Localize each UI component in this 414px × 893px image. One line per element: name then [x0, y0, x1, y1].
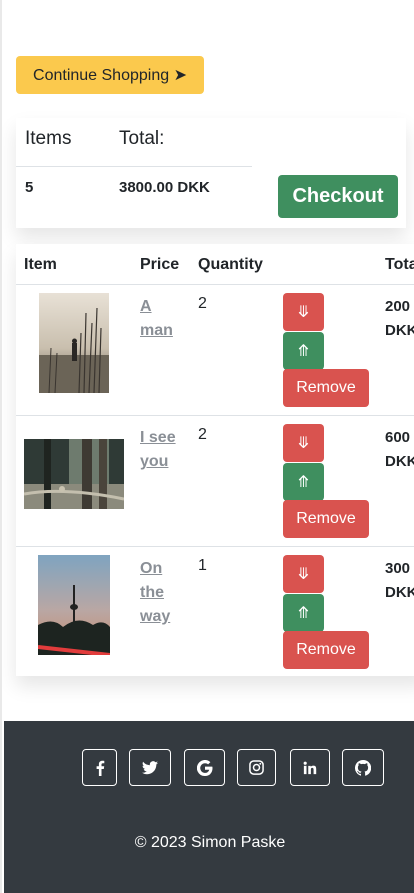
remove-button[interactable]: Remove: [283, 631, 369, 669]
quantity-value: 2: [198, 426, 207, 443]
column-header-quantity: Quantity: [198, 256, 263, 273]
quantity-value: 1: [198, 557, 207, 574]
items-header: Items: [25, 128, 72, 149]
increase-quantity-button[interactable]: ⤊: [283, 332, 324, 370]
twitter-icon[interactable]: [129, 749, 171, 786]
github-icon[interactable]: [342, 749, 384, 786]
column-header-total: Total: [385, 256, 414, 273]
copyright-text: © 2023 Simon Paske: [134, 834, 286, 851]
checkout-button[interactable]: Checkout: [278, 175, 398, 218]
product-thumbnail[interactable]: [39, 293, 109, 393]
decrease-quantity-button[interactable]: ⤋: [283, 293, 324, 331]
line-total-amount: 200: [385, 298, 411, 315]
total-header: Total:: [119, 128, 165, 149]
decrease-quantity-button[interactable]: ⤋: [283, 555, 324, 593]
google-icon[interactable]: [184, 749, 225, 786]
table-row: A man 2 ⤋ ⤊ Remove 200 DKK: [16, 285, 414, 415]
page: Continue Shopping ➤ Items Total: 5 3800.…: [0, 0, 414, 893]
line-total-amount: 300: [385, 560, 411, 577]
table-row: I see you 2 ⤋ ⤊ Remove 600 DKK: [16, 416, 414, 546]
product-link[interactable]: On the way: [140, 557, 182, 629]
line-total: 300 DKK: [385, 557, 414, 605]
cart-summary: Items Total: 5 3800.00 DKK Checkout: [16, 118, 406, 228]
continue-shopping-button[interactable]: Continue Shopping ➤: [16, 56, 204, 94]
table-row: On the way 1 ⤋ ⤊ Remove 300 DKK: [16, 547, 414, 676]
product-link[interactable]: I see you: [140, 426, 182, 474]
footer: © 2023 Simon Paske: [4, 721, 414, 893]
line-total-currency: DKK: [385, 584, 414, 601]
remove-button[interactable]: Remove: [283, 500, 369, 538]
column-header-item: Item: [24, 256, 57, 273]
product-thumbnail[interactable]: [24, 439, 124, 509]
increase-quantity-button[interactable]: ⤊: [283, 463, 324, 501]
product-link[interactable]: A man: [140, 295, 182, 343]
increase-quantity-button[interactable]: ⤊: [283, 594, 324, 632]
summary-divider: [16, 166, 252, 167]
linkedin-icon[interactable]: [290, 749, 330, 786]
remove-button[interactable]: Remove: [283, 369, 369, 407]
line-total-currency: DKK: [385, 453, 414, 470]
decrease-quantity-button[interactable]: ⤋: [283, 424, 324, 462]
line-total-amount: 600: [385, 429, 411, 446]
line-total-currency: DKK: [385, 322, 414, 339]
product-thumbnail[interactable]: [38, 555, 110, 655]
column-header-price: Price: [140, 256, 180, 273]
items-count: 5: [25, 179, 34, 196]
cart-table: Item Price Quantity Total A man 2: [16, 244, 414, 676]
instagram-icon[interactable]: [237, 749, 276, 786]
line-total: 200 DKK: [385, 295, 414, 343]
facebook-icon[interactable]: [82, 749, 117, 786]
total-amount: 3800.00 DKK: [119, 179, 210, 196]
line-total: 600 DKK: [385, 426, 414, 474]
quantity-value: 2: [198, 295, 207, 312]
